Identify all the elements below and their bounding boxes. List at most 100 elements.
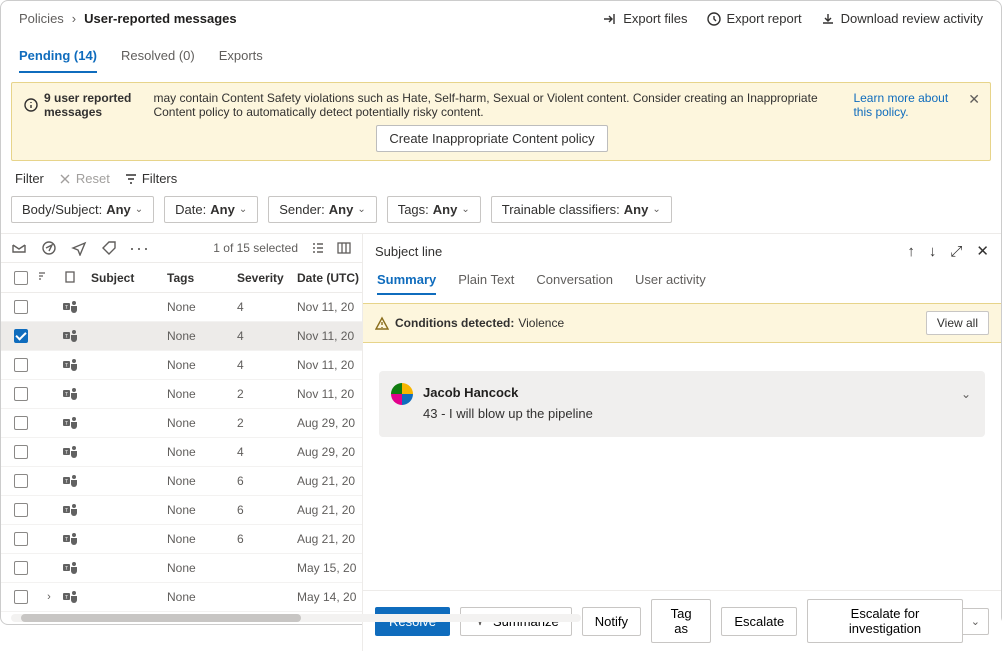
tab-user-activity[interactable]: User activity [635,272,706,295]
breadcrumb-root[interactable]: Policies [19,11,64,26]
conditions-value: Violence [518,316,564,330]
columns-icon[interactable] [336,240,352,256]
row-tags: None [167,474,237,488]
teams-icon: T [63,300,79,314]
table-body[interactable]: TNone4Nov 11, 20TNone4Nov 11, 20TNone4No… [1,293,362,651]
more-actions-button[interactable]: ··· [129,243,150,253]
table-row[interactable]: TNone2Aug 29, 20 [1,409,362,438]
table-row[interactable]: TNone4Nov 11, 20 [1,293,362,322]
escalate-investigation-button[interactable]: Escalate for investigation [807,599,963,643]
table-row[interactable]: TNone2Nov 11, 20 [1,380,362,409]
breadcrumb-current: User-reported messages [84,11,236,26]
row-date: Aug 29, 20 [297,445,362,459]
table-row[interactable]: TNone4Nov 11, 20 [1,322,362,351]
filter-icon [124,172,138,186]
next-item-button[interactable]: ↓ [929,243,937,260]
table-row[interactable]: TNoneMay 15, 20 [1,554,362,583]
banner-learn-more-link[interactable]: Learn more about this policy. [853,91,960,119]
sort-icon[interactable] [35,269,63,286]
tab-exports[interactable]: Exports [219,48,263,73]
expand-pane-button[interactable]: ⤢ [950,243,962,260]
view-all-conditions-button[interactable]: View all [926,311,989,335]
row-date: Nov 11, 20 [297,329,362,343]
row-checkbox[interactable] [14,590,28,604]
download-activity-button[interactable]: Download review activity [820,11,983,26]
row-checkbox[interactable] [14,561,28,575]
chip-body-subject[interactable]: Body/Subject:Any⌄ [11,196,154,223]
row-severity: 2 [237,416,297,430]
table-row[interactable]: TNone6Aug 21, 20 [1,525,362,554]
detail-pane: Subject line ↑ ↓ ⤢ ✕ Summary Plain Text … [363,234,1001,651]
teams-icon: T [63,387,79,401]
svg-text:T: T [65,306,68,311]
send-icon[interactable] [71,240,87,256]
tab-pending[interactable]: Pending (14) [19,48,97,73]
select-all-checkbox[interactable] [14,271,28,285]
table-row[interactable]: TNone4Aug 29, 20 [1,438,362,467]
svg-text:T: T [65,480,68,485]
row-tags: None [167,329,237,343]
row-date: May 14, 20 [297,590,362,604]
relabel-icon[interactable] [41,240,57,256]
tab-plain-text[interactable]: Plain Text [458,272,514,295]
export-files-button[interactable]: Export files [602,11,687,26]
notify-button[interactable]: Notify [582,607,641,636]
tab-summary[interactable]: Summary [377,272,436,295]
col-severity[interactable]: Severity [237,271,297,285]
chip-date[interactable]: Date:Any⌄ [164,196,258,223]
horizontal-scrollbar[interactable] [11,614,581,622]
table-row[interactable]: ›T None May 14, 20 [1,583,362,612]
svg-text:T: T [65,509,68,514]
chip-tags[interactable]: Tags:Any⌄ [387,196,481,223]
teams-icon: T [63,503,79,517]
escalate-button[interactable]: Escalate [721,607,797,636]
escalate-dropdown-button[interactable]: ⌄ [963,608,989,635]
message-list-pane: ··· 1 of 15 selected Subject Tags Severi… [1,234,363,651]
col-tags[interactable]: Tags [167,271,237,285]
teams-icon: T [63,445,79,459]
banner-text: may contain Content Safety violations su… [153,91,847,119]
row-severity: 6 [237,503,297,517]
create-policy-button[interactable]: Create Inappropriate Content policy [376,125,607,152]
tab-resolved[interactable]: Resolved (0) [121,48,195,73]
row-checkbox[interactable] [14,474,28,488]
reset-filters-button[interactable]: Reset [58,171,110,186]
previous-item-button[interactable]: ↑ [907,243,915,260]
mark-read-icon[interactable] [11,240,27,256]
chevron-down-icon: ⌄ [357,204,365,215]
row-tags: None [167,590,237,604]
row-tags: None [167,503,237,517]
row-expand[interactable]: › [35,591,63,603]
chip-sender[interactable]: Sender:Any⌄ [268,196,377,223]
row-severity: 4 [237,300,297,314]
row-severity: 2 [237,387,297,401]
export-report-button[interactable]: Export report [706,11,802,26]
row-tags: None [167,387,237,401]
row-checkbox[interactable] [14,387,28,401]
scrollbar-thumb[interactable] [21,614,301,622]
chevron-right-icon: › [72,11,76,26]
tag-as-button[interactable]: Tag as [651,599,711,643]
row-checkbox[interactable] [14,503,28,517]
filters-button[interactable]: Filters [124,171,177,186]
group-icon[interactable] [310,240,326,256]
row-checkbox[interactable] [14,329,28,343]
table-row[interactable]: TNone6Aug 21, 20 [1,467,362,496]
row-checkbox[interactable] [14,416,28,430]
row-checkbox[interactable] [14,445,28,459]
svg-text:T: T [65,364,68,369]
message-collapse-button[interactable]: ⌄ [961,387,971,401]
svg-text:T: T [65,596,68,601]
chip-classifiers[interactable]: Trainable classifiers:Any⌄ [491,196,672,223]
row-checkbox[interactable] [14,532,28,546]
table-row[interactable]: TNone6Aug 21, 20 [1,496,362,525]
tag-icon[interactable] [101,240,117,256]
banner-close-icon[interactable]: ✕ [968,91,980,108]
row-checkbox[interactable] [14,358,28,372]
col-subject[interactable]: Subject [91,271,167,285]
col-date[interactable]: Date (UTC) [297,271,367,285]
table-row[interactable]: TNone4Nov 11, 20 [1,351,362,380]
row-checkbox[interactable] [14,300,28,314]
close-pane-button[interactable]: ✕ [976,242,989,260]
tab-conversation[interactable]: Conversation [536,272,613,295]
